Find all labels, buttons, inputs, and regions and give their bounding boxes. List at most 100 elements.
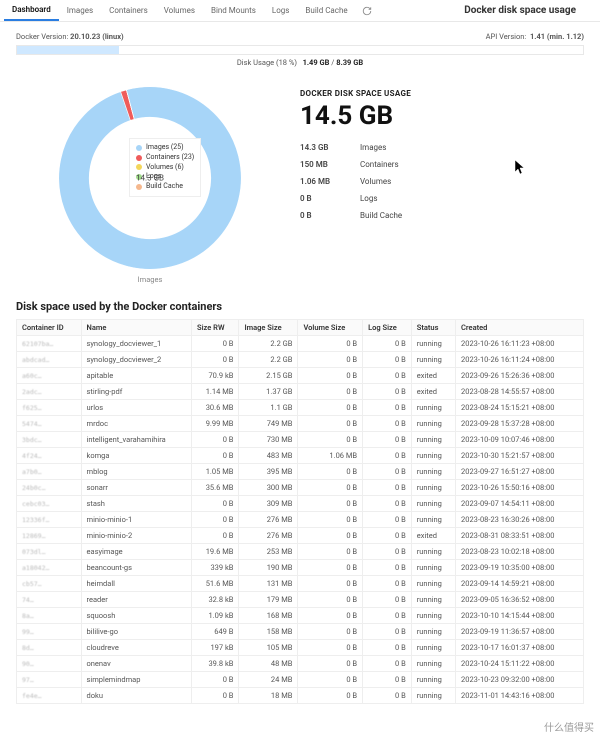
cell-created: 2023-08-23 16:30:26 +08:00 [456, 512, 584, 528]
table-row[interactable]: 12869…minio-minio-20 B276 MB0 B0 Bexited… [17, 528, 584, 544]
cell-created: 2023-08-31 08:33:51 +08:00 [456, 528, 584, 544]
cell-log: 0 B [363, 576, 412, 592]
cell-rw: 339 kB [192, 560, 239, 576]
cell-rw: 197 kB [192, 640, 239, 656]
total-usage: 14.5 GB [300, 101, 570, 131]
table-row[interactable]: 3bdc…intelligent_varahamihira0 B730 MB0 … [17, 432, 584, 448]
donut-caption: Images [30, 275, 270, 284]
cell-status: exited [411, 384, 455, 400]
cell-status: running [411, 448, 455, 464]
table-row[interactable]: fe4e…doku0 B18 MB0 B0 Brunning2023-11-01… [17, 688, 584, 704]
cell-created: 2023-09-07 14:54:11 +08:00 [456, 496, 584, 512]
cell-vol: 0 B [298, 560, 363, 576]
stat-row: 14.3 GBImages [300, 139, 570, 156]
cell-name: stirling-pdf [81, 384, 192, 400]
cell-status: running [411, 464, 455, 480]
cell-vol: 0 B [298, 464, 363, 480]
stat-label: Build Cache [360, 211, 402, 220]
table-row[interactable]: a18042…beancount-gs339 kB190 MB0 B0 Brun… [17, 560, 584, 576]
table-row[interactable]: abdcad…synology_docviewer_20 B2.2 GB0 B0… [17, 352, 584, 368]
cell-cid: 62107ba… [17, 336, 82, 352]
table-row[interactable]: 073dl…easyimage19.6 MB253 MB0 B0 Brunnin… [17, 544, 584, 560]
cell-name: komga [81, 448, 192, 464]
table-row[interactable]: cebc03…stash0 B309 MB0 B0 Brunning2023-0… [17, 496, 584, 512]
cell-log: 0 B [363, 640, 412, 656]
table-row[interactable]: 8d…cloudreve197 kB105 MB0 B0 Brunning202… [17, 640, 584, 656]
cell-log: 0 B [363, 592, 412, 608]
cell-log: 0 B [363, 688, 412, 704]
tab-containers[interactable]: Containers [101, 0, 156, 21]
donut-center-label: 14.3 GB [136, 174, 164, 183]
cell-status: running [411, 624, 455, 640]
col-log-size[interactable]: Log Size [363, 320, 412, 336]
cell-cid: 8a… [17, 608, 82, 624]
col-image-size[interactable]: Image Size [239, 320, 298, 336]
cell-rw: 0 B [192, 688, 239, 704]
cell-img: 395 MB [239, 464, 298, 480]
table-row[interactable]: 99…bililive-go649 B158 MB0 B0 Brunning20… [17, 624, 584, 640]
cell-created: 2023-10-26 16:11:23 +08:00 [456, 336, 584, 352]
cell-status: running [411, 576, 455, 592]
cell-cid: cebc03… [17, 496, 82, 512]
tab-bind-mounts[interactable]: Bind Mounts [203, 0, 264, 21]
tab-logs[interactable]: Logs [264, 0, 298, 21]
cell-cid: a60c… [17, 368, 82, 384]
col-status[interactable]: Status [411, 320, 455, 336]
cell-img: 276 MB [239, 528, 298, 544]
cell-rw: 39.8 kB [192, 656, 239, 672]
cell-cid: abdcad… [17, 352, 82, 368]
cell-vol: 0 B [298, 688, 363, 704]
cell-vol: 0 B [298, 368, 363, 384]
cell-created: 2023-09-19 11:36:57 +08:00 [456, 624, 584, 640]
cell-vol: 0 B [298, 656, 363, 672]
col-container-id[interactable]: Container ID [17, 320, 82, 336]
table-row[interactable]: 8a…squoosh1.09 kB168 MB0 B0 Brunning2023… [17, 608, 584, 624]
cell-img: 2.15 GB [239, 368, 298, 384]
table-row[interactable]: a60c…apitable70.9 kB2.15 GB0 B0 Bexited2… [17, 368, 584, 384]
cell-img: 2.2 GB [239, 352, 298, 368]
cell-img: 749 MB [239, 416, 298, 432]
cell-rw: 9.99 MB [192, 416, 239, 432]
table-row[interactable]: 5474…mrdoc9.99 MB749 MB0 B0 Brunning2023… [17, 416, 584, 432]
table-row[interactable]: 74…reader32.8 kB179 MB0 B0 Brunning2023-… [17, 592, 584, 608]
cell-name: onenav [81, 656, 192, 672]
col-created[interactable]: Created [456, 320, 584, 336]
table-row[interactable]: 4f24…komga0 B483 MB1.06 MB0 Brunning2023… [17, 448, 584, 464]
tab-images[interactable]: Images [59, 0, 101, 21]
col-size-rw[interactable]: Size RW [192, 320, 239, 336]
table-row[interactable]: 24b0c…sonarr35.6 MB300 MB0 B0 Brunning20… [17, 480, 584, 496]
tab-build-cache[interactable]: Build Cache [297, 0, 355, 21]
table-row[interactable]: a7b0…mblog1.05 MB395 MB0 B0 Brunning2023… [17, 464, 584, 480]
cell-name: sonarr [81, 480, 192, 496]
cell-log: 0 B [363, 432, 412, 448]
cell-img: 300 MB [239, 480, 298, 496]
cell-vol: 0 B [298, 416, 363, 432]
cell-img: 24 MB [239, 672, 298, 688]
cell-status: running [411, 592, 455, 608]
table-row[interactable]: 97…simplemindmap0 B24 MB0 B0 Brunning202… [17, 672, 584, 688]
cell-img: 179 MB [239, 592, 298, 608]
col-name[interactable]: Name [81, 320, 192, 336]
cell-cid: 073dl… [17, 544, 82, 560]
table-row[interactable]: cb57…heimdall51.6 MB131 MB0 B0 Brunning2… [17, 576, 584, 592]
cell-name: mblog [81, 464, 192, 480]
cell-cid: 99… [17, 624, 82, 640]
cell-rw: 0 B [192, 528, 239, 544]
table-row[interactable]: 2adc…stirling-pdf1.14 MB1.37 GB0 B0 Bexi… [17, 384, 584, 400]
docker-version: 20.10.23 (linux) [70, 32, 123, 41]
cell-name: doku [81, 688, 192, 704]
cell-status: running [411, 544, 455, 560]
refresh-button[interactable] [356, 6, 378, 16]
cell-created: 2023-10-09 10:07:46 +08:00 [456, 432, 584, 448]
table-row[interactable]: f625…urlos30.6 MB1.1 GB0 B0 Brunning2023… [17, 400, 584, 416]
table-row[interactable]: 62107ba…synology_docviewer_10 B2.2 GB0 B… [17, 336, 584, 352]
col-volume-size[interactable]: Volume Size [298, 320, 363, 336]
usage-total: 8.39 GB [336, 58, 363, 67]
table-row[interactable]: 12336f…minio-minio-10 B276 MB0 B0 Brunni… [17, 512, 584, 528]
cell-vol: 0 B [298, 528, 363, 544]
tab-volumes[interactable]: Volumes [156, 0, 203, 21]
legend-label: Containers (23) [146, 153, 194, 163]
table-row[interactable]: 90…onenav39.8 kB48 MB0 B0 Brunning2023-1… [17, 656, 584, 672]
page-title: Docker disk space usage [464, 5, 596, 16]
tab-dashboard[interactable]: Dashboard [4, 0, 59, 21]
